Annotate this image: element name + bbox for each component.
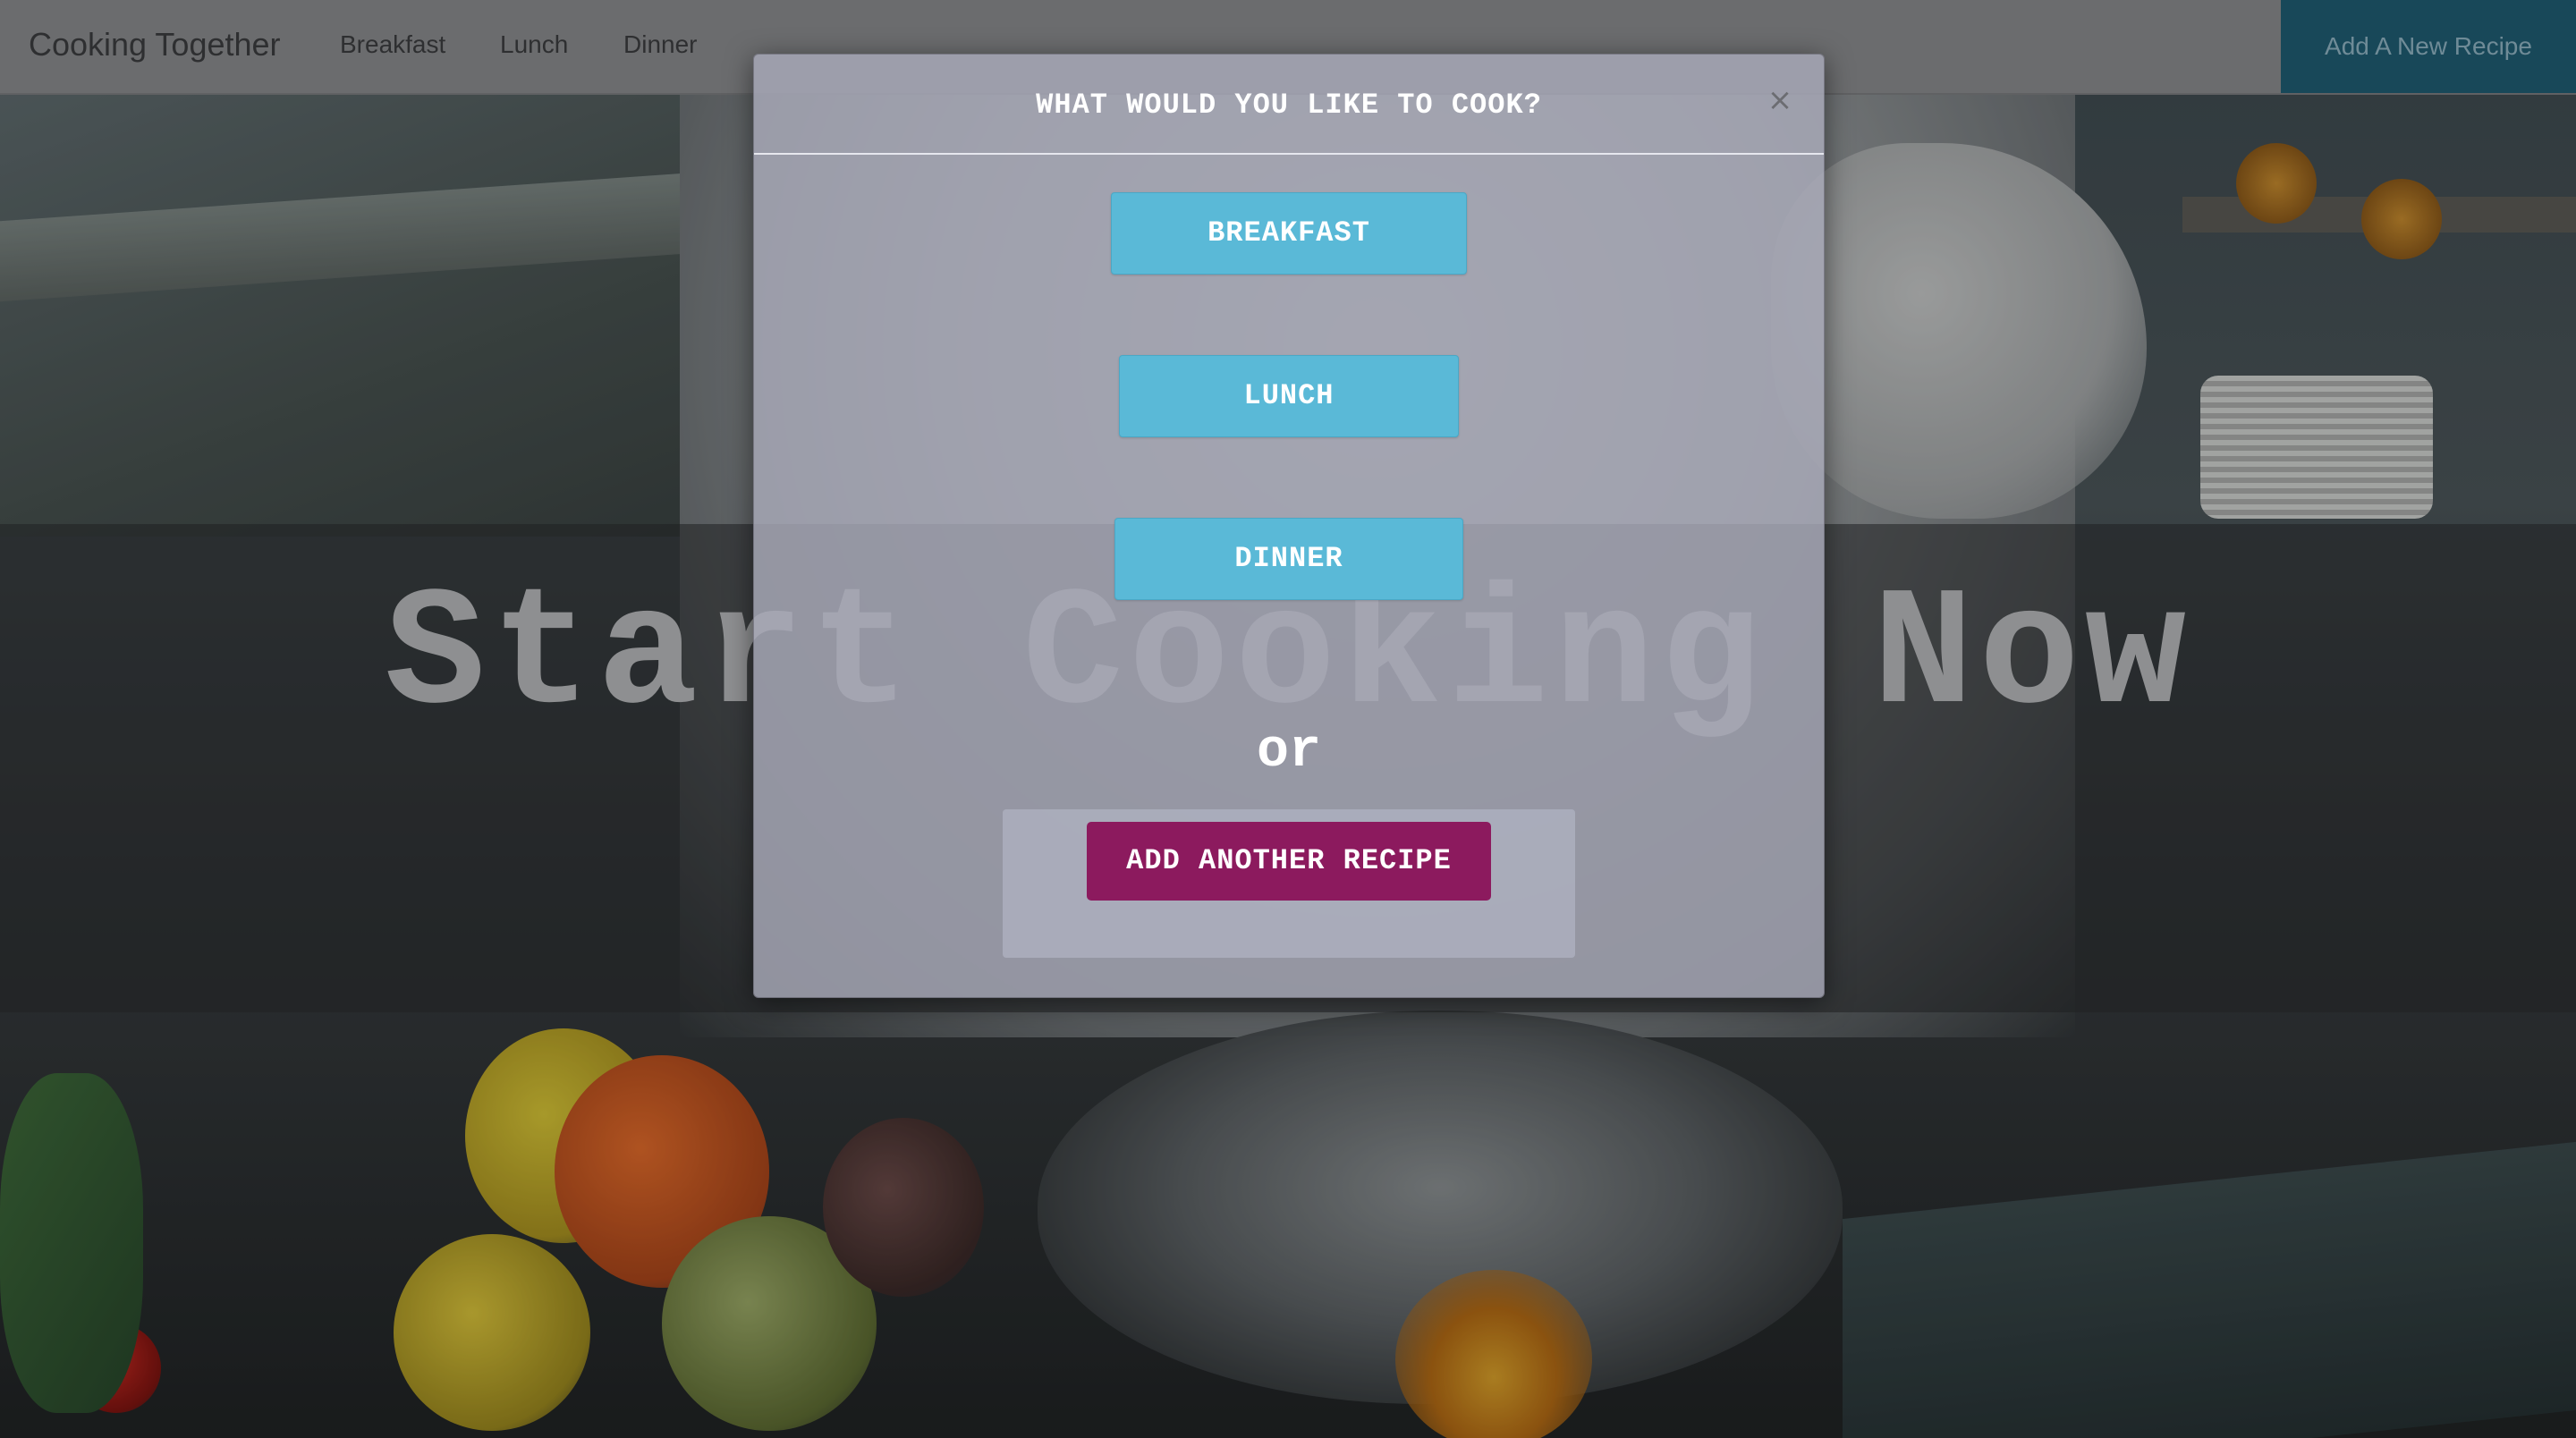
breakfast-button[interactable]: BREAKFAST xyxy=(1111,192,1467,275)
modal-title: WHAT WOULD YOU LIKE TO COOK? xyxy=(1036,89,1542,122)
or-divider-text: or xyxy=(1256,722,1321,782)
add-another-recipe-button[interactable]: ADD ANOTHER RECIPE xyxy=(1087,822,1491,901)
cook-choice-modal: WHAT WOULD YOU LIKE TO COOK? × BREAKFAST… xyxy=(753,54,1825,998)
close-icon[interactable]: × xyxy=(1767,85,1793,115)
modal-header: WHAT WOULD YOU LIKE TO COOK? × xyxy=(754,55,1824,155)
lunch-button[interactable]: LUNCH xyxy=(1119,355,1459,437)
dinner-button[interactable]: DINNER xyxy=(1114,518,1463,600)
